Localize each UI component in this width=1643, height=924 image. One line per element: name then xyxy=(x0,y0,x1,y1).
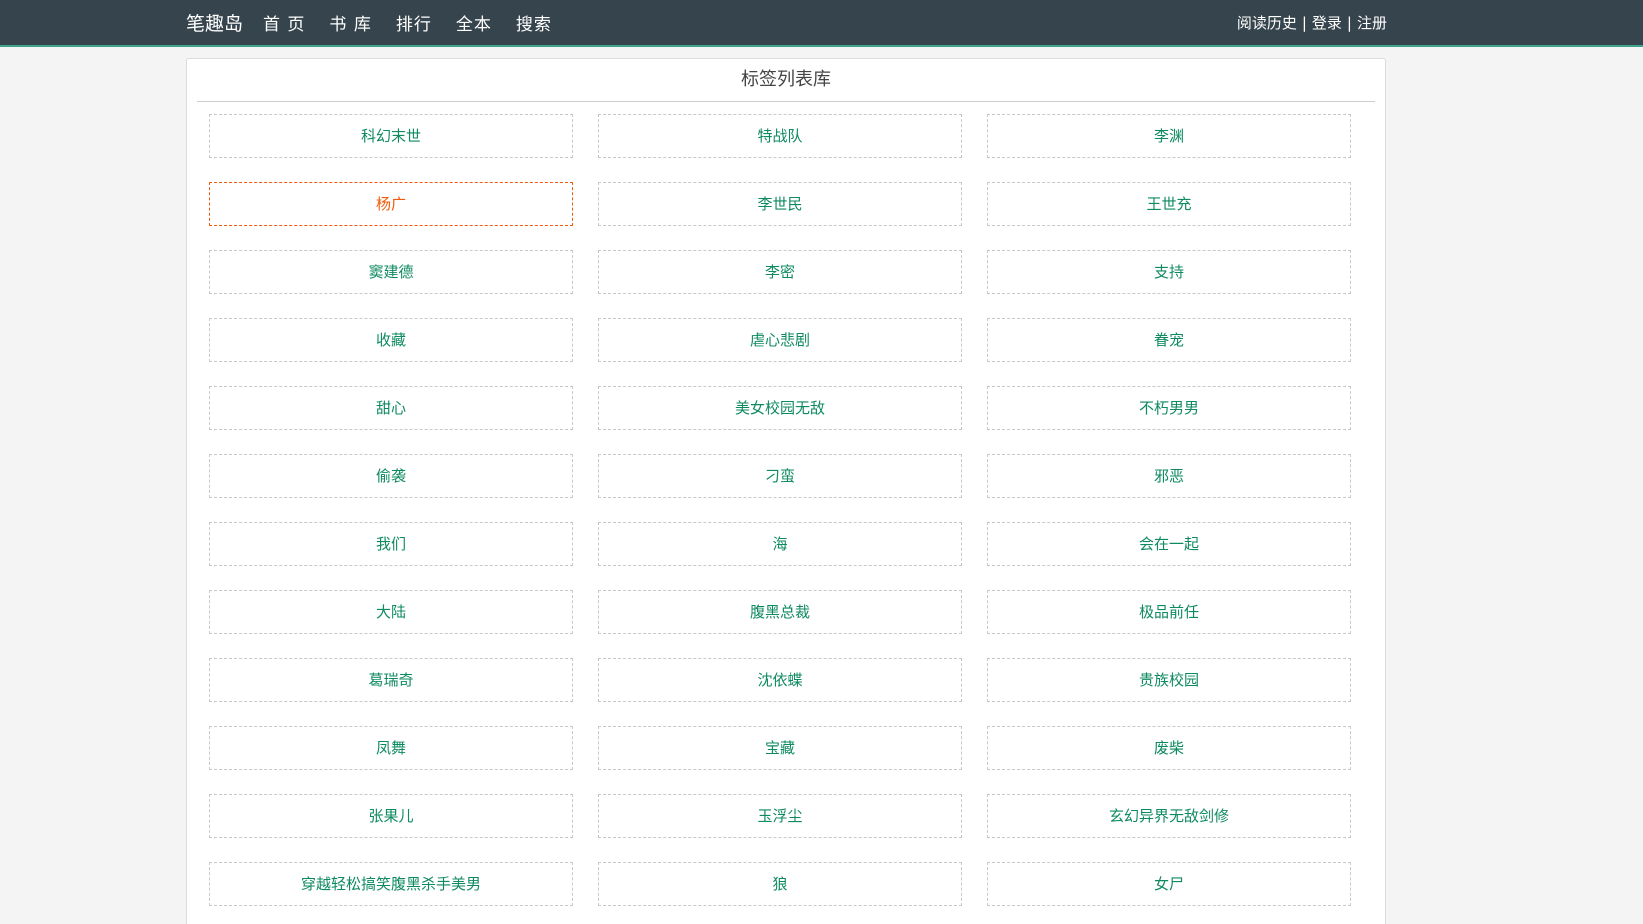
nav-completed[interactable]: 全本 xyxy=(456,10,492,35)
tag-link[interactable]: 腹黑总裁 xyxy=(598,590,962,634)
tag-link[interactable]: 废柴 xyxy=(987,726,1351,770)
tag-link[interactable]: 会在一起 xyxy=(987,522,1351,566)
nav-ranking[interactable]: 排行 xyxy=(396,10,432,35)
tag-link[interactable]: 穿越轻松搞笑腹黑杀手美男 xyxy=(209,862,573,906)
tag-link[interactable]: 海 xyxy=(598,522,962,566)
page-title: 标签列表库 xyxy=(197,59,1375,102)
nav-library[interactable]: 书 库 xyxy=(329,10,371,35)
tag-link[interactable]: 李世民 xyxy=(598,182,962,226)
tag-link[interactable]: 李密 xyxy=(598,250,962,294)
tag-link[interactable]: 女尸 xyxy=(987,862,1351,906)
tag-link[interactable]: 偷袭 xyxy=(209,454,573,498)
tag-link[interactable]: 凤舞 xyxy=(209,726,573,770)
register-link[interactable]: 注册 xyxy=(1357,12,1387,33)
tag-link[interactable]: 支持 xyxy=(987,250,1351,294)
tag-link[interactable]: 狼 xyxy=(598,862,962,906)
tag-link[interactable]: 杨广 xyxy=(209,182,573,226)
tag-link[interactable]: 张果儿 xyxy=(209,794,573,838)
tag-link[interactable]: 极品前任 xyxy=(987,590,1351,634)
main-nav: 笔趣岛 首 页 书 库 排行 全本 搜索 xyxy=(186,0,576,45)
user-links: 阅读历史 | 登录 | 注册 xyxy=(1237,0,1387,45)
tag-list-panel: 标签列表库 科幻末世 特战队 李渊杨广 李世民 王世充窦建德 李密 支持收藏 虐心悲剧 眷宠甜心… xyxy=(186,58,1386,924)
tag-link[interactable]: 不朽男男 xyxy=(987,386,1351,430)
tag-link[interactable]: 甜心 xyxy=(209,386,573,430)
top-navbar: 笔趣岛 首 页 书 库 排行 全本 搜索 阅读历史 | 登录 | 注册 xyxy=(0,0,1643,47)
tag-link[interactable]: 美女校园无敌 xyxy=(598,386,962,430)
tag-link[interactable]: 玉浮尘 xyxy=(598,794,962,838)
nav-home[interactable]: 首 页 xyxy=(263,10,305,35)
tag-link[interactable]: 窦建德 xyxy=(209,250,573,294)
reading-history-link[interactable]: 阅读历史 xyxy=(1237,12,1297,33)
tag-link[interactable]: 葛瑞奇 xyxy=(209,658,573,702)
nav-search[interactable]: 搜索 xyxy=(516,10,552,35)
tag-link[interactable]: 眷宠 xyxy=(987,318,1351,362)
tag-link[interactable]: 科幻末世 xyxy=(209,114,573,158)
site-logo[interactable]: 笔趣岛 xyxy=(186,9,243,36)
tag-link[interactable]: 玄幻异界无敌剑修 xyxy=(987,794,1351,838)
tag-link[interactable]: 虐心悲剧 xyxy=(598,318,962,362)
tag-link[interactable]: 刁蛮 xyxy=(598,454,962,498)
tag-link[interactable]: 特战队 xyxy=(598,114,962,158)
tag-link[interactable]: 沈依蝶 xyxy=(598,658,962,702)
separator: | xyxy=(1346,13,1352,32)
tag-link[interactable]: 李渊 xyxy=(987,114,1351,158)
login-link[interactable]: 登录 xyxy=(1312,12,1342,33)
tag-grid: 科幻末世 特战队 李渊杨广 李世民 王世充窦建德 李密 支持收藏 虐心悲剧 眷宠甜心 美女校园无敌… xyxy=(209,114,1352,906)
tag-link[interactable]: 大陆 xyxy=(209,590,573,634)
tag-link[interactable]: 收藏 xyxy=(209,318,573,362)
tag-link[interactable]: 贵族校园 xyxy=(987,658,1351,702)
tag-link[interactable]: 王世充 xyxy=(987,182,1351,226)
tag-link[interactable]: 我们 xyxy=(209,522,573,566)
tag-link[interactable]: 宝藏 xyxy=(598,726,962,770)
tag-link[interactable]: 邪恶 xyxy=(987,454,1351,498)
separator: | xyxy=(1301,13,1307,32)
